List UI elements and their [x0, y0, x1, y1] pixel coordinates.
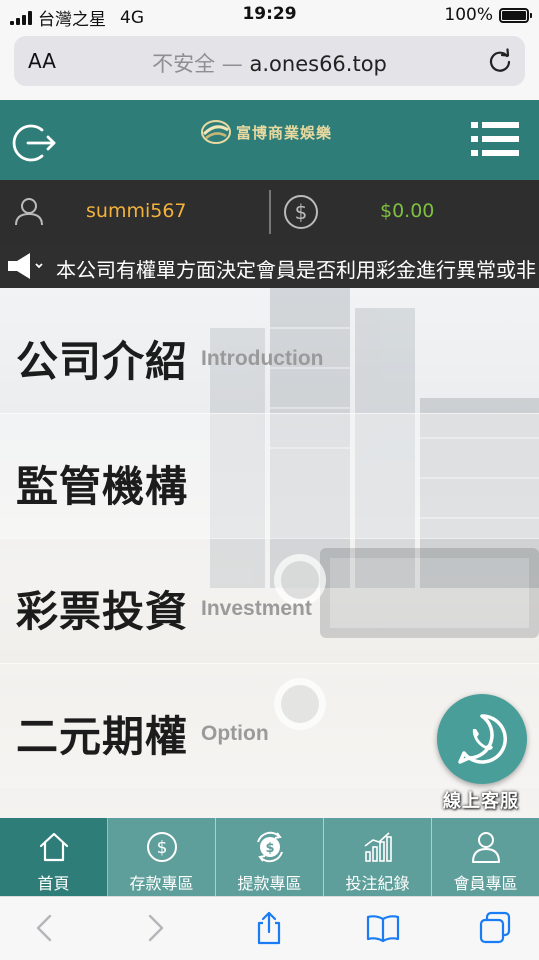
status-right: 100% — [444, 5, 532, 25]
reader-settings-button[interactable]: AA — [28, 49, 56, 73]
nav-item-deposit[interactable]: $ 存款專區 — [108, 818, 216, 896]
nav-label: 存款專區 — [129, 874, 194, 893]
address-bar[interactable]: AA 不安全 — a.ones66.top — [14, 36, 525, 86]
section-title: 公司介紹 — [16, 337, 189, 386]
battery-percent: 100% — [444, 5, 493, 25]
nav-label: 提款專區 — [237, 874, 302, 893]
section-subtitle: Investment — [201, 597, 312, 620]
dollar-icon: $ — [284, 195, 318, 229]
battery-icon — [499, 7, 532, 23]
url-display[interactable]: 不安全 — a.ones66.top — [74, 48, 465, 78]
nav-item-withdraw[interactable]: $ 提款專區 — [216, 818, 324, 896]
divider — [269, 190, 271, 234]
section-title: 二元期權 — [16, 712, 189, 761]
app-header: 富博商業娛樂 — [0, 100, 539, 180]
nav-item-home[interactable]: 首頁 — [0, 818, 108, 896]
section-title: 彩票投資 — [16, 587, 189, 636]
status-bar: 台灣之星 4G 19:29 100% — [0, 0, 539, 30]
svg-text:$: $ — [265, 841, 274, 856]
deposit-icon: $ — [146, 832, 177, 862]
section-introduction[interactable]: 公司介紹 Introduction — [0, 288, 539, 413]
insecure-label: 不安全 — — [152, 52, 243, 76]
section-subtitle: Introduction — [201, 347, 324, 370]
balance: $0.00 — [380, 200, 435, 222]
site-logo[interactable]: 富博商業娛樂 — [200, 118, 332, 146]
forward-icon[interactable] — [138, 911, 172, 945]
live-chat-button[interactable] — [437, 694, 527, 784]
speaker-icon — [8, 253, 43, 279]
nav-item-member[interactable]: 會員專區 — [432, 818, 539, 896]
announcement-bar[interactable]: 本公司有權單方面決定會員是否利用彩金進行異常或非 — [0, 244, 539, 288]
nav-label: 首頁 — [37, 874, 70, 893]
logo-text: 富博商業娛樂 — [236, 123, 333, 142]
section-regulator[interactable]: 監管機構 — [0, 413, 539, 538]
bottom-nav: 首頁 $ 存款專區 $ 提款專區 投注紀錄 會員專區 — [0, 818, 539, 896]
live-chat-label[interactable]: 線上客服 — [443, 787, 519, 813]
user-info-bar: summi567 $ $0.00 — [0, 180, 539, 244]
nav-item-bet-record[interactable]: 投注紀錄 — [324, 818, 432, 896]
tabs-icon[interactable] — [478, 911, 512, 945]
back-icon[interactable] — [28, 911, 62, 945]
svg-text:$: $ — [156, 838, 167, 858]
home-icon — [39, 832, 68, 862]
announcement-text: 本公司有權單方面決定會員是否利用彩金進行異常或非 — [56, 258, 536, 282]
whatsapp-icon — [458, 714, 507, 764]
bet-record-icon — [364, 832, 392, 862]
member-icon — [471, 832, 500, 863]
nav-label: 投注紀錄 — [345, 874, 410, 893]
withdraw-icon: $ — [256, 831, 283, 863]
logo-mark-icon — [201, 120, 231, 144]
section-investment[interactable]: 彩票投資 Investment — [0, 538, 539, 663]
nav-label: 會員專區 — [453, 874, 518, 893]
user-icon — [15, 198, 43, 226]
browser-toolbar — [0, 896, 539, 960]
section-subtitle: Option — [201, 722, 269, 745]
logout-icon[interactable] — [12, 120, 58, 166]
browser-top-bar: AA 不安全 — a.ones66.top — [0, 30, 539, 100]
svg-text:$: $ — [295, 200, 308, 224]
share-icon[interactable] — [252, 911, 286, 945]
domain-text: a.ones66.top — [249, 52, 387, 76]
section-title: 監管機構 — [16, 462, 189, 511]
menu-icon[interactable] — [471, 120, 519, 158]
username: summi567 — [86, 200, 187, 222]
bookmarks-icon[interactable] — [366, 911, 400, 945]
reload-icon[interactable] — [487, 48, 513, 74]
